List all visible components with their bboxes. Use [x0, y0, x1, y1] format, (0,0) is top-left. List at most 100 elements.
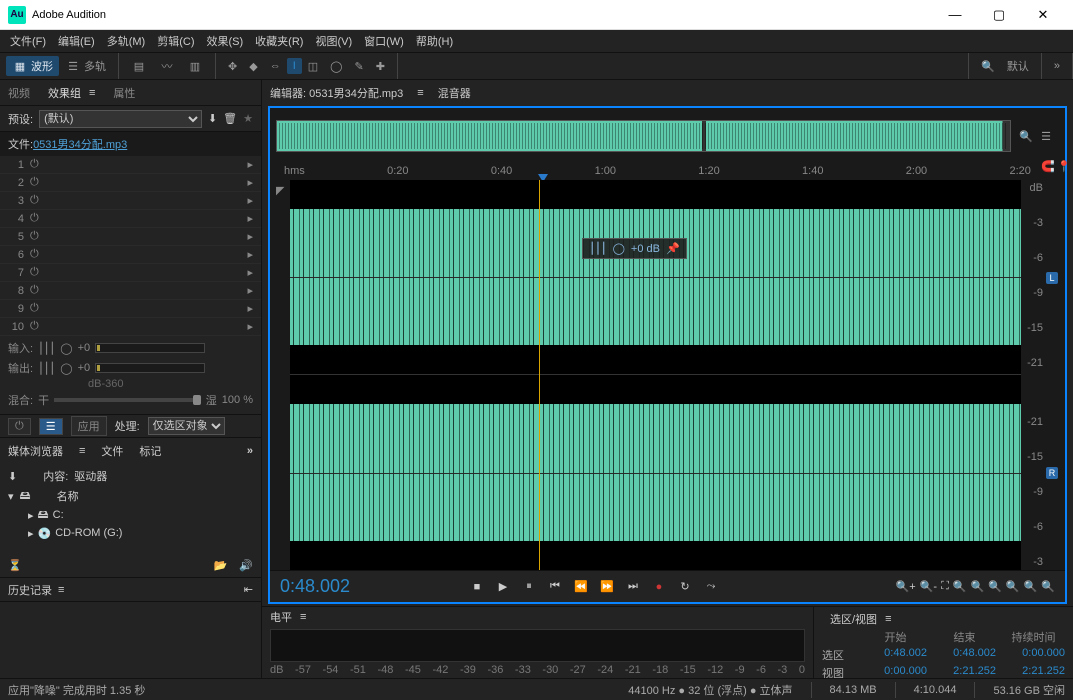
favorite-icon[interactable]: ★ — [243, 112, 253, 125]
spectral-freq-button[interactable]: ▤ — [125, 57, 153, 75]
list-icon[interactable]: ☰ — [39, 418, 63, 435]
input-knob-icon[interactable]: ◯ — [60, 342, 72, 355]
tab-video[interactable]: 视频 — [8, 85, 30, 101]
marquee-tool[interactable]: ◫ — [302, 58, 324, 75]
play-button[interactable]: ▶ — [492, 577, 514, 597]
drive-cdrom[interactable]: ▸💿CD-ROM (G:) — [8, 524, 253, 542]
effect-slot-9[interactable]: 9⏻▸ — [0, 300, 261, 318]
panel-menu-icon[interactable]: ≡ — [89, 87, 95, 99]
time-ruler[interactable]: hms 0:200:40 1:001:20 1:402:00 2:20 🧲 📍 — [284, 162, 1031, 180]
menu-multitrack[interactable]: 多轨(M) — [101, 33, 152, 49]
menu-effects[interactable]: 效果(S) — [201, 33, 250, 49]
menu-window[interactable]: 窗口(W) — [358, 33, 410, 49]
sel-dur[interactable]: 0:00.000 — [1002, 647, 1065, 663]
effect-slot-7[interactable]: 7⏻▸ — [0, 264, 261, 282]
heal-tool[interactable]: ✚ — [370, 58, 391, 75]
channel-r-badge[interactable]: R — [1046, 467, 1058, 479]
loop-button[interactable]: ↻ — [674, 577, 696, 597]
multitrack-view-button[interactable]: ☰多轨 — [59, 56, 112, 76]
hud-pin-icon[interactable]: 📌 — [666, 242, 680, 255]
levels-menu-icon[interactable]: ≡ — [300, 611, 306, 623]
file-link[interactable]: 0531男34分配.mp3 — [33, 139, 127, 151]
tab-properties[interactable]: 属性 — [113, 85, 135, 101]
input-gain[interactable]: +0 — [78, 342, 91, 354]
zoom-sel-button[interactable]: 🔍 — [953, 580, 967, 593]
close-button[interactable]: ✕ — [1021, 0, 1065, 30]
tab-files[interactable]: 文件 — [101, 443, 123, 459]
expand-icon[interactable]: » — [247, 445, 253, 457]
maximize-button[interactable]: ▢ — [977, 0, 1021, 30]
search-icon[interactable]: 🔍 — [975, 58, 1001, 75]
tab-effects-rack[interactable]: 效果组 — [48, 85, 81, 101]
menu-help[interactable]: 帮助(H) — [410, 33, 459, 49]
waveform-canvas[interactable]: ⎮⎮⎮ ◯ +0 dB 📌 — [290, 180, 1021, 570]
save-preset-icon[interactable]: ⬇ — [208, 112, 217, 125]
overview-waveform[interactable] — [276, 120, 1011, 152]
zoom-nav-icon[interactable]: 🔍 — [1019, 130, 1033, 143]
lasso-tool[interactable]: ◯ — [324, 58, 348, 75]
menu-file[interactable]: 文件(F) — [4, 33, 52, 49]
import-icon[interactable]: ⬇ — [8, 470, 17, 483]
preview-audio-icon[interactable]: 🔊 — [239, 559, 253, 572]
preset-select[interactable]: (默认) — [39, 110, 202, 128]
output-gain[interactable]: +0 — [78, 362, 91, 374]
record-button[interactable]: ● — [648, 577, 670, 597]
zoom-out-h-button[interactable]: 🔍- — [920, 580, 937, 593]
move-tool[interactable]: ✥ — [222, 58, 243, 75]
zoom-in-end-button[interactable]: 🔍 — [988, 580, 1002, 593]
effect-slot-5[interactable]: 5⏻▸ — [0, 228, 261, 246]
tree-toggle-icon[interactable]: ▾ — [8, 490, 14, 503]
tab-mixer[interactable]: 混音器 — [438, 85, 471, 101]
drive-c[interactable]: ▸🖴C: — [8, 506, 253, 524]
minimize-button[interactable]: — — [933, 0, 977, 30]
time-select-tool[interactable]: I — [287, 58, 302, 74]
sel-end[interactable]: 0:48.002 — [933, 647, 996, 663]
effect-slot-2[interactable]: 2⏻▸ — [0, 174, 261, 192]
forward-button[interactable]: ⏩ — [596, 577, 618, 597]
power-icon[interactable]: ⏻ — [8, 418, 31, 435]
tab-history[interactable]: 历史记录 — [8, 582, 52, 598]
pause-button[interactable]: ⏸ — [518, 577, 540, 597]
menu-edit[interactable]: 编辑(E) — [52, 33, 101, 49]
snap-icon[interactable]: 🧲 — [1041, 160, 1055, 173]
history-menu-icon[interactable]: ≡ — [58, 584, 64, 596]
effect-slot-3[interactable]: 3⏻▸ — [0, 192, 261, 210]
menu-favorites[interactable]: 收藏夹(R) — [249, 33, 309, 49]
zoom-in-start-button[interactable]: 🔍 — [970, 580, 984, 593]
tab-media-browser[interactable]: 媒体浏览器 — [8, 443, 63, 459]
history-collapse-icon[interactable]: ⇤ — [244, 583, 253, 596]
brush-tool[interactable]: ✎ — [348, 58, 369, 75]
workspace-label[interactable]: 默认 — [1001, 56, 1035, 76]
zoom-in-v-button[interactable]: 🔍 — [1006, 580, 1020, 593]
zoom-in-h-button[interactable]: 🔍+ — [896, 580, 916, 593]
razor-tool[interactable]: ◆ — [243, 58, 263, 75]
mix-slider-handle[interactable] — [193, 395, 201, 405]
zoom-out-v-button[interactable]: 🔍 — [1024, 580, 1038, 593]
sel-menu-icon[interactable]: ≡ — [885, 613, 891, 625]
apply-button[interactable]: 应用 — [71, 416, 107, 436]
skip-selection-button[interactable]: ⤳ — [700, 577, 722, 597]
mb-panel-menu-icon[interactable]: ≡ — [79, 445, 85, 457]
channel-view-icon[interactable]: ☰ — [1041, 130, 1051, 143]
tab-markers[interactable]: 标记 — [139, 443, 161, 459]
output-knob-icon[interactable]: ◯ — [60, 362, 72, 375]
tab-selection-view[interactable]: 选区/视图 — [830, 611, 877, 627]
zoom-reset-v-button[interactable]: 🔍 — [1041, 580, 1055, 593]
effect-slot-4[interactable]: 4⏻▸ — [0, 210, 261, 228]
process-select[interactable]: 仅选区对象 — [148, 417, 225, 435]
effect-slot-10[interactable]: 10⏻▸ — [0, 318, 261, 336]
skip-end-button[interactable]: ⏭ — [622, 577, 644, 597]
workspace-overflow[interactable]: » — [1048, 58, 1066, 74]
sel-start[interactable]: 0:48.002 — [864, 647, 927, 663]
hud-gain[interactable]: +0 dB — [631, 243, 660, 255]
editor-menu-icon[interactable]: ≡ — [417, 87, 423, 99]
hud-overlay[interactable]: ⎮⎮⎮ ◯ +0 dB 📌 — [582, 238, 686, 259]
slip-tool[interactable]: ⇔ — [264, 58, 287, 74]
open-folder-icon[interactable]: 📂 — [214, 559, 228, 572]
spectral-pitch-button[interactable]: 〰 — [153, 57, 181, 75]
current-time[interactable]: 0:48.002 — [280, 576, 460, 597]
rewind-button[interactable]: ⏪ — [570, 577, 592, 597]
effect-slot-6[interactable]: 6⏻▸ — [0, 246, 261, 264]
pin-icon[interactable]: 📍 — [1057, 160, 1071, 173]
tab-editor[interactable]: 编辑器: 0531男34分配.mp3 — [270, 85, 403, 101]
